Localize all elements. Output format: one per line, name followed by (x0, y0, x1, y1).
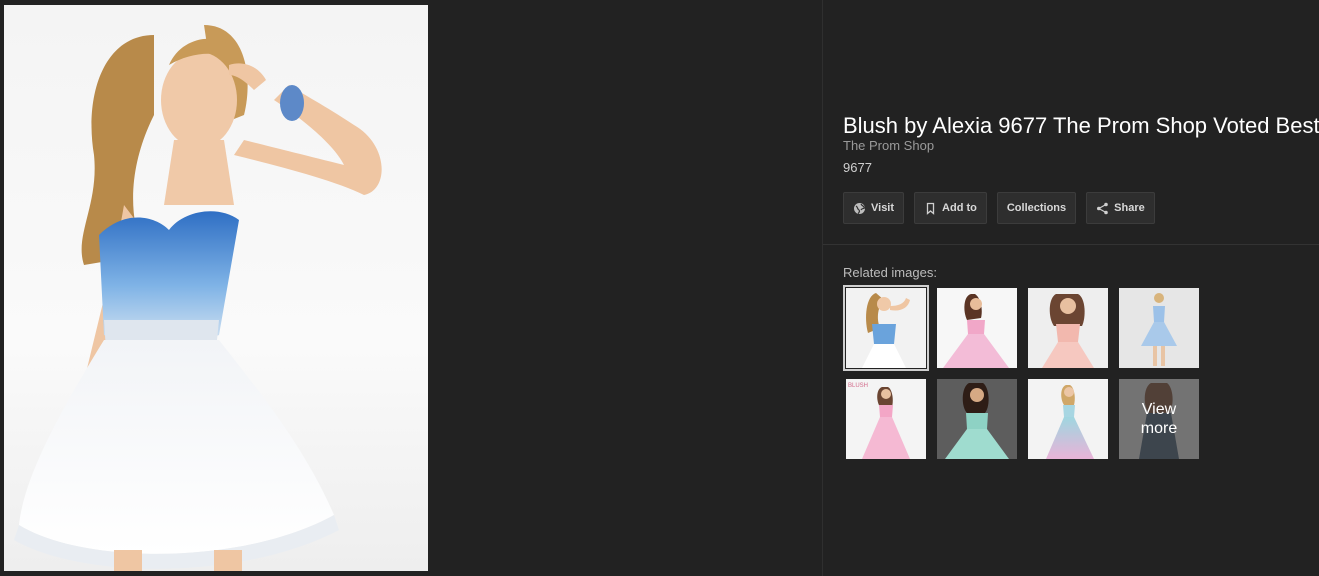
thumbnail-image (1028, 379, 1108, 459)
share-icon (1097, 202, 1108, 214)
globe-icon (854, 202, 866, 214)
share-label: Share (1114, 202, 1145, 214)
thumbnail-image (846, 288, 926, 368)
main-product-image[interactable] (4, 5, 428, 571)
thumbnail-image (1119, 288, 1199, 368)
image-preview-pane (0, 0, 822, 576)
related-thumbnail[interactable] (1025, 285, 1111, 371)
related-thumbnail[interactable] (1025, 376, 1111, 462)
related-thumbnail[interactable] (934, 376, 1020, 462)
action-buttons: Visit Add to Collections Share (843, 192, 1155, 224)
section-divider (823, 244, 1319, 245)
visit-label: Visit (871, 202, 895, 214)
dress-illustration (14, 25, 382, 571)
bookmark-icon (926, 202, 935, 215)
visit-button[interactable]: Visit (843, 192, 905, 224)
related-thumbnail[interactable] (843, 285, 929, 371)
image-info-panel: Blush by Alexia 9677 The Prom Shop Voted… (823, 0, 1319, 576)
thumbnail-image: BLUSH (846, 379, 926, 459)
share-button[interactable]: Share (1086, 192, 1155, 224)
image-source[interactable]: The Prom Shop (843, 138, 934, 153)
image-description: 9677 (843, 160, 872, 175)
thumbnail-image (1028, 288, 1108, 368)
collections-button[interactable]: Collections (996, 192, 1077, 224)
thumbnail-image (937, 288, 1017, 368)
view-more-label: View more (1119, 379, 1199, 459)
thumbnail-image (937, 379, 1017, 459)
collections-label: Collections (1006, 202, 1067, 214)
thumbnail-watermark: BLUSH (848, 383, 868, 389)
add-to-label: Add to (942, 202, 977, 214)
related-images-grid: BLUSH View more (843, 285, 1202, 462)
related-images-label: Related images: (843, 265, 937, 280)
related-thumbnail[interactable] (934, 285, 1020, 371)
image-title[interactable]: Blush by Alexia 9677 The Prom Shop Voted… (843, 113, 1319, 139)
add-to-button[interactable]: Add to (914, 192, 987, 224)
related-thumbnail[interactable] (1116, 285, 1202, 371)
view-more-text: View more (1140, 401, 1178, 437)
view-more-thumbnail[interactable]: View more (1116, 376, 1202, 462)
related-thumbnail[interactable]: BLUSH (843, 376, 929, 462)
